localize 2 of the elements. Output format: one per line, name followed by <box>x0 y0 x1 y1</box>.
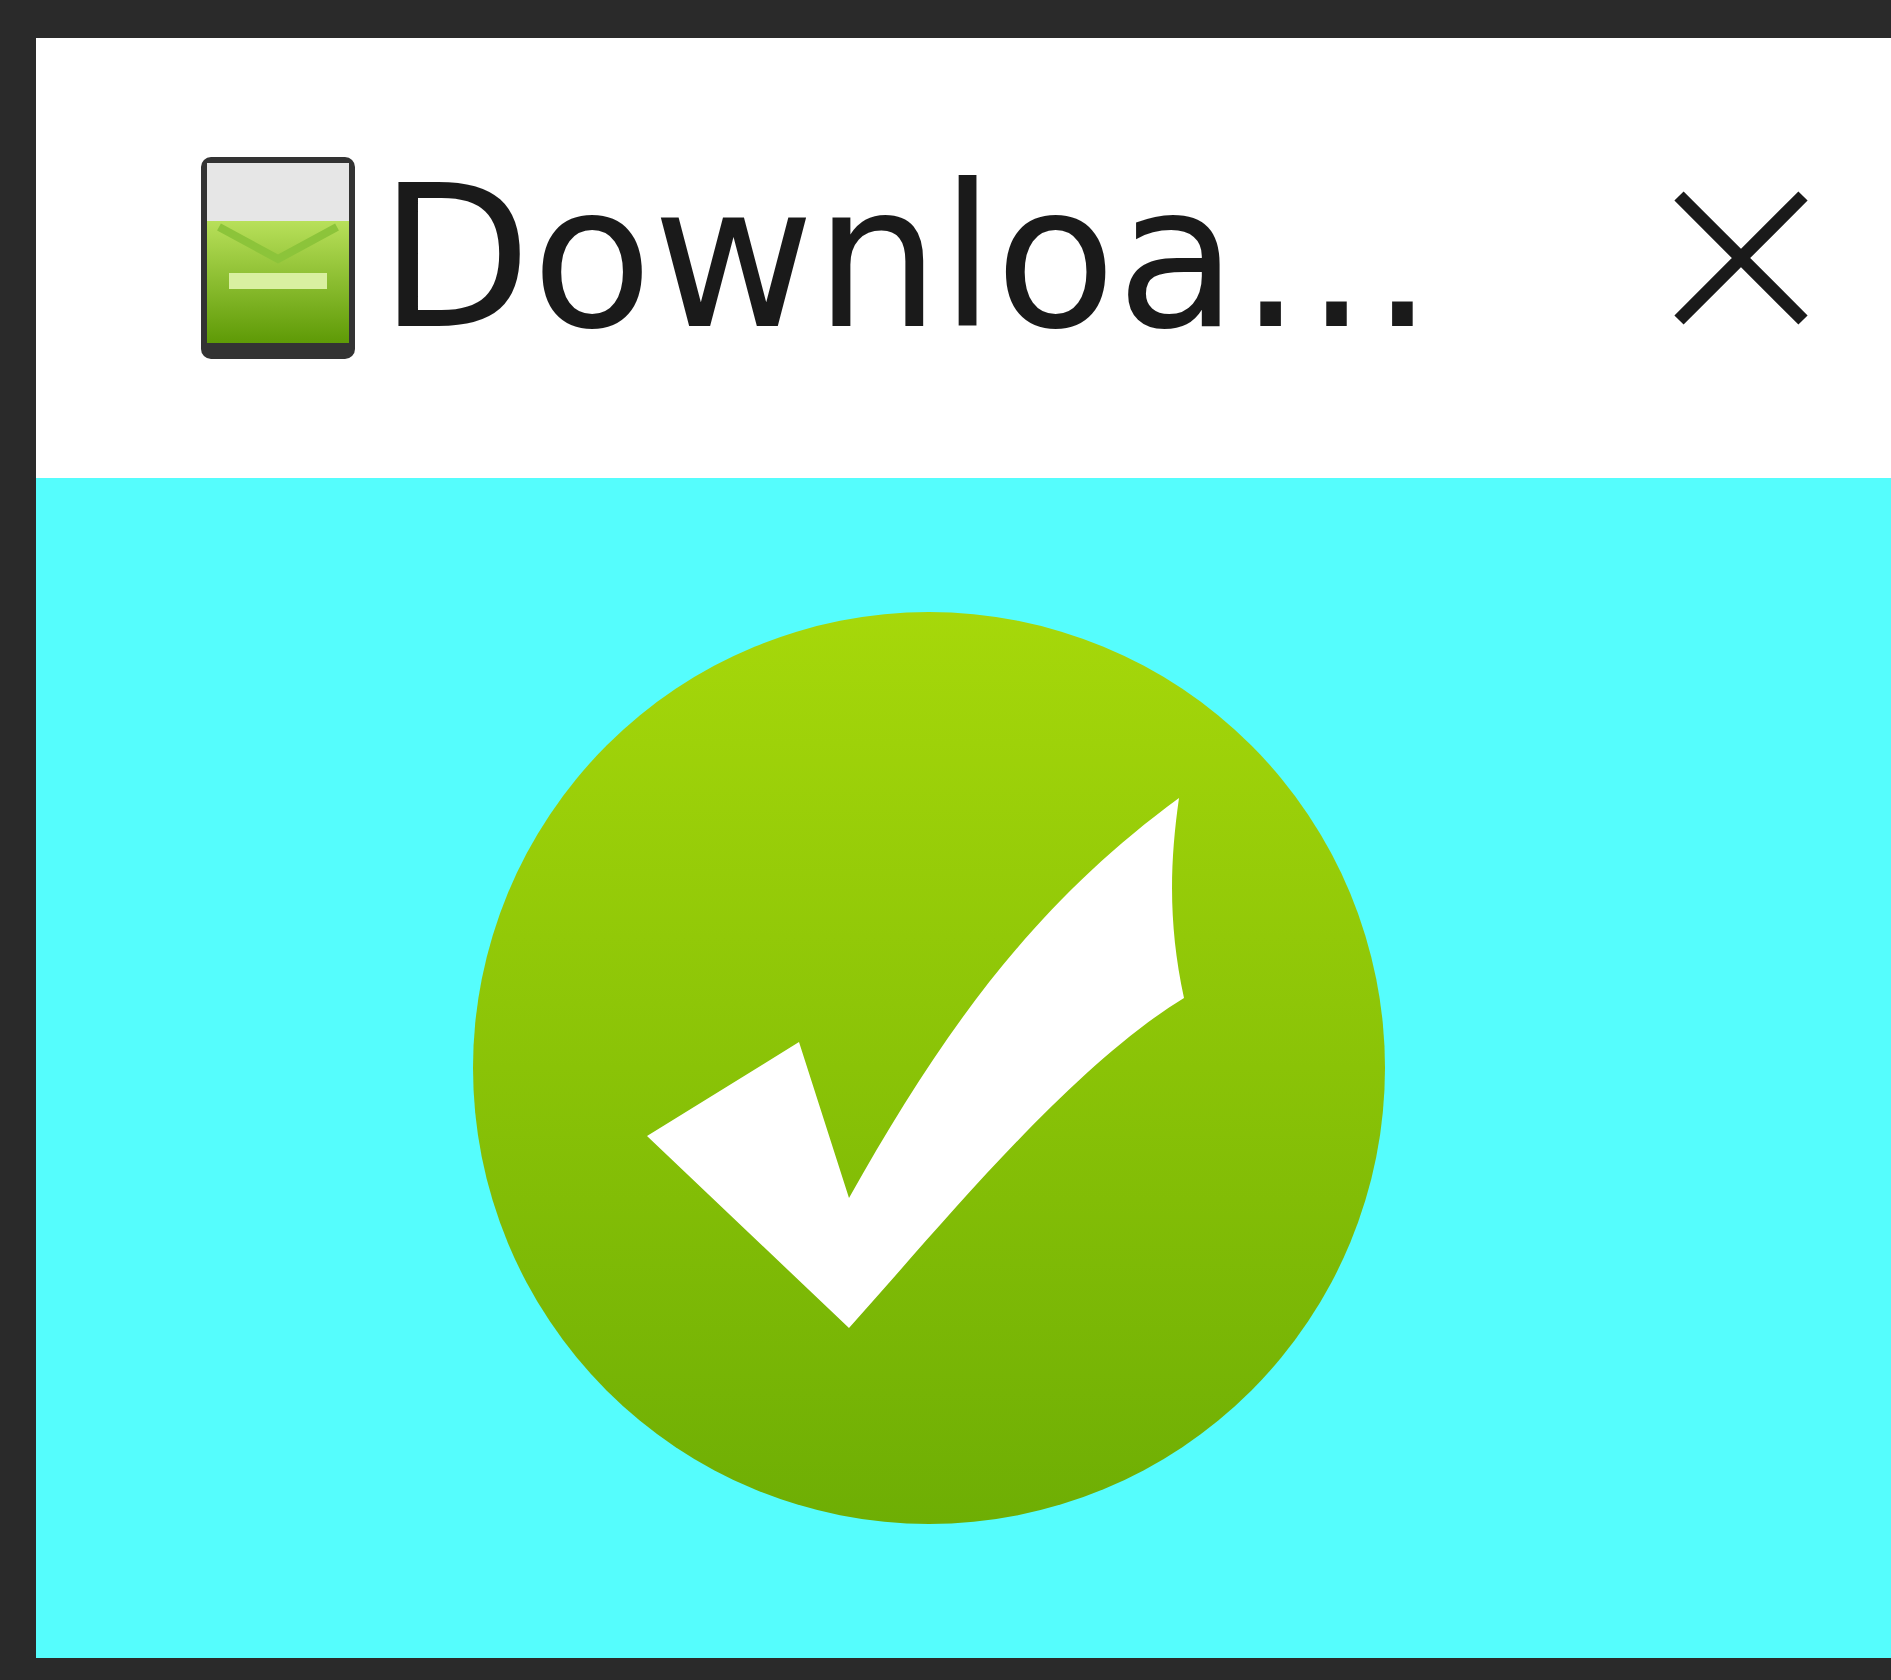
window-title: Downloa… <box>379 159 1436 357</box>
download-icon <box>199 155 357 361</box>
